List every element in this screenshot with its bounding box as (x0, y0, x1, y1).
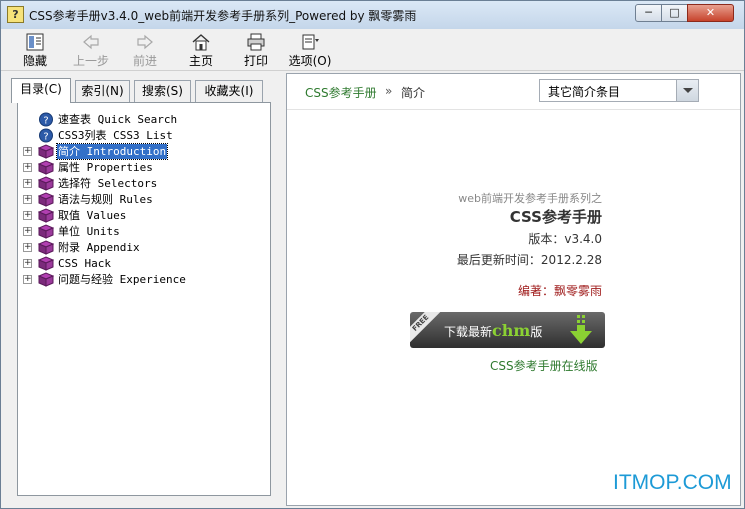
toolbar: 隐藏 上一步 前进 主页 打印 选项(O) (1, 29, 744, 71)
tree-item-label: CSS3列表 CSS3 List (58, 129, 173, 142)
tree-item-label: 简介 Introduction (55, 143, 169, 160)
book-icon (38, 160, 54, 175)
breadcrumb-separator: » (385, 84, 393, 98)
tree-item-label: 选择符 Selectors (58, 177, 158, 190)
tab-favorites[interactable]: 收藏夹(I) (195, 80, 263, 102)
back-label: 上一步 (72, 54, 109, 68)
book-icon (38, 224, 54, 239)
updated-text: 最后更新时间：2012.2.28 (456, 253, 602, 267)
tree-item-quick-search[interactable]: ? 速查表 Quick Search (18, 112, 268, 128)
minimize-button[interactable]: ─ (635, 4, 662, 22)
tree-item-introduction[interactable]: + 简介 Introduction (18, 143, 268, 160)
forward-label: 前进 (132, 54, 157, 68)
printer-icon (247, 33, 265, 51)
expand-toggle[interactable]: + (23, 195, 32, 204)
tree-item-appendix[interactable]: + 附录 Appendix (18, 240, 268, 256)
expand-toggle[interactable]: + (23, 227, 32, 236)
expand-toggle[interactable]: + (23, 275, 32, 284)
tree-item-label: CSS Hack (58, 257, 111, 270)
book-icon (38, 240, 54, 255)
hide-button[interactable]: 隐藏 (15, 33, 55, 69)
expand-toggle[interactable]: + (23, 243, 32, 252)
book-icon (38, 176, 54, 191)
hide-label: 隐藏 (22, 54, 47, 68)
tab-contents[interactable]: 目录(C) (11, 78, 71, 103)
tree-item-label: 属性 Properties (58, 161, 153, 174)
tab-index[interactable]: 索引(N) (75, 80, 130, 102)
svg-text:?: ? (43, 116, 48, 127)
breadcrumb-root-link[interactable]: CSS参考手册 (305, 84, 377, 101)
title-bar[interactable]: ? CSS参考手册v3.4.0_web前端开发参考手册系列_Powered by… (1, 1, 744, 29)
book-icon (38, 192, 54, 207)
tree-item-selectors[interactable]: + 选择符 Selectors (18, 176, 268, 192)
tree-item-rules[interactable]: + 语法与规则 Rules (18, 192, 268, 208)
free-ribbon: FREE (410, 312, 443, 346)
tree-item-css-hack[interactable]: + CSS Hack (18, 256, 268, 272)
book-icon (38, 208, 54, 223)
maximize-button[interactable]: □ (661, 4, 688, 22)
navigation-pane: 目录(C) 索引(N) 搜索(S) 收藏夹(I) ? 速查表 Quick Sea… (5, 73, 277, 503)
tree-item-label: 语法与规则 Rules (58, 193, 153, 206)
author-text: 编著：飘零雾雨 (517, 284, 602, 298)
download-chm-text: chm (492, 321, 531, 340)
intro-topic-select-value: 其它简介条目 (548, 85, 621, 99)
book-icon (38, 256, 54, 271)
download-label: 下载最新chm版 (444, 321, 542, 340)
help-page-icon: ? (39, 112, 53, 127)
tree-item-label: 单位 Units (58, 225, 120, 238)
tree-item-css3-list[interactable]: ? CSS3列表 CSS3 List (18, 128, 268, 144)
pane-splitter[interactable] (280, 73, 285, 503)
back-button[interactable]: 上一步 (69, 33, 113, 69)
expand-toggle[interactable]: + (23, 147, 32, 156)
close-button[interactable]: ✕ (687, 4, 734, 22)
help-page-icon: ? (39, 128, 53, 143)
book-icon (38, 144, 54, 159)
options-button[interactable]: 选项(O) (287, 33, 333, 69)
tree-item-label: 附录 Appendix (58, 241, 140, 254)
expand-toggle[interactable]: + (23, 211, 32, 220)
options-label: 选项(O) (288, 54, 332, 68)
download-chm-button[interactable]: FREE 下载最新chm版 (410, 312, 605, 348)
version-text: 版本：v3.4.0 (528, 232, 602, 246)
site-watermark: ITMOP.COM (613, 471, 732, 494)
options-icon (302, 34, 319, 50)
print-button[interactable]: 打印 (236, 33, 276, 69)
print-label: 打印 (243, 54, 268, 68)
expand-toggle[interactable]: + (23, 259, 32, 268)
expand-toggle[interactable]: + (23, 163, 32, 172)
tab-search[interactable]: 搜索(S) (134, 80, 191, 102)
download-arrow-icon (570, 315, 592, 344)
app-window: ? CSS参考手册v3.4.0_web前端开发参考手册系列_Powered by… (0, 0, 745, 509)
intro-topic-select[interactable]: 其它简介条目 (539, 79, 699, 102)
series-subtitle: web前端开发参考手册系列之 (458, 192, 602, 205)
manual-title: CSS参考手册 (509, 208, 602, 226)
contents-tree[interactable]: ? 速查表 Quick Search ? CSS3列表 CSS3 List + … (17, 102, 271, 496)
breadcrumb-current: 简介 (401, 86, 426, 100)
download-prefix: 下载最新 (444, 325, 493, 339)
content-pane: CSS参考手册 » 简介 其它简介条目 web前端开发参考手册系列之 CSS参考… (286, 73, 741, 506)
book-icon (38, 272, 54, 287)
back-arrow-icon (83, 34, 99, 50)
hide-icon (26, 33, 44, 51)
tree-item-label: 速查表 Quick Search (58, 113, 178, 126)
home-button[interactable]: 主页 (181, 33, 221, 69)
app-help-icon: ? (7, 6, 24, 23)
window-title: CSS参考手册v3.4.0_web前端开发参考手册系列_Powered by 飘… (29, 9, 417, 23)
tree-item-label: 取值 Values (58, 209, 127, 222)
forward-button[interactable]: 前进 (125, 33, 165, 69)
svg-text:?: ? (43, 132, 48, 143)
forward-arrow-icon (137, 34, 153, 50)
home-icon (192, 34, 210, 51)
tree-item-label: 问题与经验 Experience (58, 273, 186, 286)
tree-item-values[interactable]: + 取值 Values (18, 208, 268, 224)
home-label: 主页 (188, 54, 213, 68)
breadcrumb: CSS参考手册 » 简介 其它简介条目 (287, 74, 740, 110)
expand-toggle[interactable]: + (23, 179, 32, 188)
tree-item-units[interactable]: + 单位 Units (18, 224, 268, 240)
online-version-link[interactable]: CSS参考手册在线版 (490, 357, 598, 374)
tree-item-experience[interactable]: + 问题与经验 Experience (18, 272, 268, 288)
chevron-down-icon[interactable] (676, 80, 698, 101)
tree-item-properties[interactable]: + 属性 Properties (18, 160, 268, 176)
download-suffix: 版 (530, 325, 543, 339)
